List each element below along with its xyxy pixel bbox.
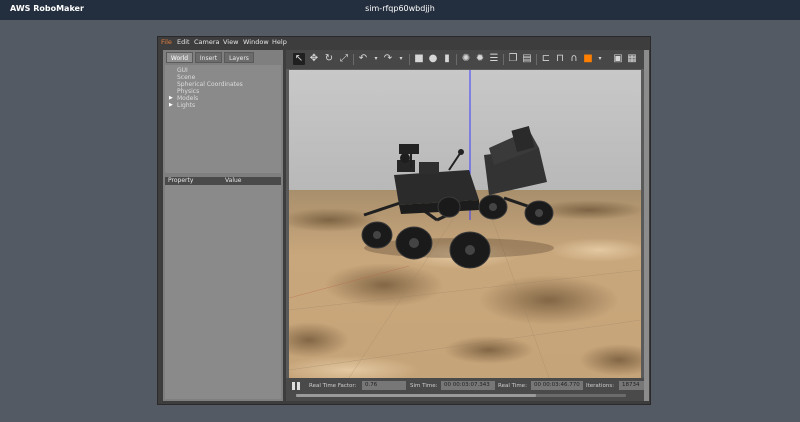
tab-insert[interactable]: Insert xyxy=(195,52,222,63)
real-time-factor-label: Real Time Factor: xyxy=(309,383,357,389)
tree-item-lights[interactable]: ▶ Lights xyxy=(169,102,196,109)
menu-help[interactable]: Help xyxy=(272,38,287,46)
left-panel: World Insert Layers GUI Scene Spherical … xyxy=(163,50,283,401)
iterations-value: 18734 xyxy=(619,381,644,390)
horizontal-scrollbar[interactable] xyxy=(296,394,626,397)
scrollbar-thumb[interactable] xyxy=(296,394,536,397)
menu-camera[interactable]: Camera xyxy=(194,38,220,46)
translate-mode-icon[interactable]: ✥ xyxy=(308,53,320,65)
tree-item-scene[interactable]: Scene xyxy=(177,74,195,81)
right-panel-strip[interactable] xyxy=(644,50,649,401)
directional-light-icon[interactable]: ☰ xyxy=(488,53,500,65)
real-time-value: 00 00:03:46.770 xyxy=(531,381,583,390)
iterations-label: Iterations: xyxy=(586,383,615,389)
column-header-value: Value xyxy=(225,177,242,184)
toolbar-separator xyxy=(409,54,410,65)
tree-item-spherical-coordinates[interactable]: Spherical Coordinates xyxy=(177,81,243,88)
snap-icon[interactable]: ⊓ xyxy=(554,53,566,65)
tree-item-label: Lights xyxy=(177,102,196,109)
tab-world[interactable]: World xyxy=(166,52,193,63)
record-log-icon[interactable]: ▦ xyxy=(626,53,638,65)
undo-icon[interactable]: ↶ xyxy=(357,53,369,65)
sphere-shape-icon[interactable]: ● xyxy=(427,53,439,65)
status-bar: Real Time Factor: 0.76 Sim Time: 00 00:0… xyxy=(286,378,644,401)
sim-time-label: Sim Time: xyxy=(410,383,438,389)
redo-icon[interactable]: ↷ xyxy=(382,53,394,65)
magnet-icon[interactable]: ∩ xyxy=(568,53,580,65)
menu-file[interactable]: File xyxy=(161,38,172,46)
menu-bar: File Edit Camera View Window Help xyxy=(158,37,650,48)
cylinder-shape-icon[interactable]: ▮ xyxy=(441,53,453,65)
undo-dropdown-icon[interactable]: ▾ xyxy=(370,53,382,65)
gazebo-window: File Edit Camera View Window Help World … xyxy=(157,36,651,405)
scene-render xyxy=(289,70,641,378)
property-table-header: Property Value xyxy=(165,177,281,185)
simulation-id: sim-rfqp60wbdjjh xyxy=(365,4,435,13)
box-shape-icon[interactable]: ■ xyxy=(413,53,425,65)
tree-item-physics[interactable]: Physics xyxy=(177,88,199,95)
real-time-label: Real Time: xyxy=(498,383,527,389)
menu-edit[interactable]: Edit xyxy=(177,38,190,46)
tree-item-models[interactable]: ▶ Models xyxy=(169,95,199,102)
render-panel: ↖ ✥ ↻ ⤢ ↶ ▾ ↷ ▾ ■ ● ▮ ✺ ✹ ☰ ❐ ▤ ⊏ ⊓ ∩ ■ … xyxy=(286,50,644,401)
redo-dropdown-icon[interactable]: ▾ xyxy=(395,53,407,65)
scale-mode-icon[interactable]: ⤢ xyxy=(338,53,350,65)
tab-layers[interactable]: Layers xyxy=(224,52,254,63)
real-time-factor-value: 0.76 xyxy=(362,381,406,390)
screenshot-icon[interactable]: ▣ xyxy=(612,53,624,65)
expand-arrow-icon[interactable]: ▶ xyxy=(169,95,173,101)
expand-arrow-icon[interactable]: ▶ xyxy=(169,102,173,108)
point-light-icon[interactable]: ✺ xyxy=(460,53,472,65)
toolbar-separator xyxy=(456,54,457,65)
orange-toggle-icon[interactable]: ■ xyxy=(582,53,594,65)
world-tree: GUI Scene Spherical Coordinates Physics … xyxy=(165,65,281,173)
toolbar-separator xyxy=(503,54,504,65)
select-mode-icon[interactable]: ↖ xyxy=(293,53,305,65)
copy-icon[interactable]: ❐ xyxy=(507,53,519,65)
pause-icon[interactable] xyxy=(292,382,300,390)
toolbar-separator xyxy=(536,54,537,65)
property-table xyxy=(165,185,281,399)
3d-viewport[interactable] xyxy=(289,70,641,378)
align-icon[interactable]: ⊏ xyxy=(540,53,552,65)
menu-window[interactable]: Window xyxy=(243,38,269,46)
toolbar-separator xyxy=(353,54,354,65)
paste-icon[interactable]: ▤ xyxy=(521,53,533,65)
spot-light-icon[interactable]: ✹ xyxy=(474,53,486,65)
toolbar: ↖ ✥ ↻ ⤢ ↶ ▾ ↷ ▾ ■ ● ▮ ✺ ✹ ☰ ❐ ▤ ⊏ ⊓ ∩ ■ … xyxy=(286,50,644,69)
column-header-property: Property xyxy=(168,177,194,184)
toggle-dropdown-icon[interactable]: ▾ xyxy=(594,53,606,65)
sim-time-value: 00 00:03:07.343 xyxy=(441,381,495,390)
tree-item-label: Models xyxy=(177,95,199,102)
robomaker-top-bar: AWS RoboMaker sim-rfqp60wbdjjh xyxy=(0,0,800,20)
menu-view[interactable]: View xyxy=(223,38,238,46)
rotate-mode-icon[interactable]: ↻ xyxy=(323,53,335,65)
tree-item-gui[interactable]: GUI xyxy=(177,67,188,74)
